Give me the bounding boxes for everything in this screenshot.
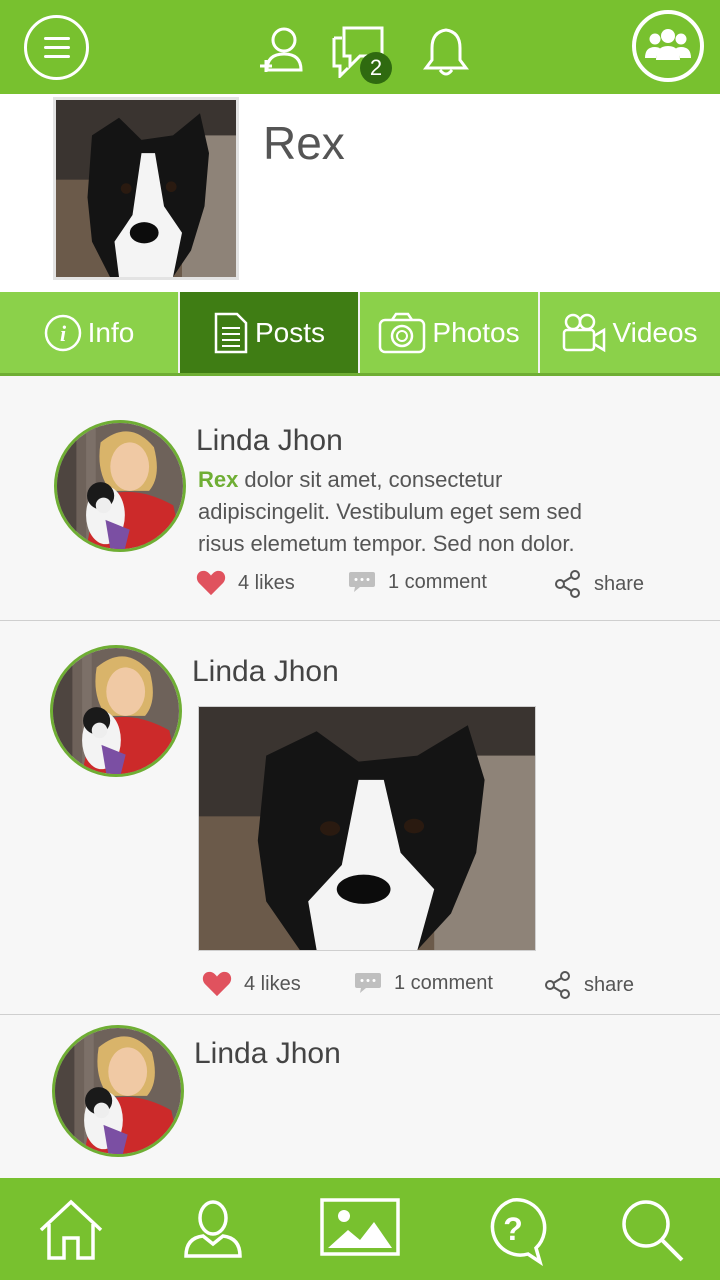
home-icon[interactable] — [36, 1196, 106, 1266]
share-label: share — [584, 973, 635, 996]
tab-info-label: Info — [87, 316, 135, 348]
svg-text:?: ? — [503, 1211, 523, 1247]
post-image[interactable] — [198, 706, 536, 951]
profile-name: Rex — [263, 117, 345, 169]
share-icon — [544, 971, 572, 999]
comment-button[interactable]: 1 comment — [354, 971, 493, 995]
comment-button[interactable]: 1 comment — [348, 570, 487, 594]
post-tag[interactable]: Rex — [198, 467, 238, 492]
document-icon — [214, 312, 248, 353]
search-icon[interactable] — [618, 1196, 688, 1266]
share-icon — [554, 570, 582, 598]
group-icon[interactable] — [632, 10, 704, 82]
like-button[interactable]: 4 likes — [196, 570, 295, 596]
tab-info[interactable]: i Info — [0, 292, 180, 373]
profile-photo[interactable] — [53, 97, 239, 280]
post-text: Rex dolor sit amet, consectetur adipiscin… — [198, 464, 618, 560]
comment-count: 1 comment — [394, 971, 493, 994]
gallery-icon[interactable] — [320, 1196, 400, 1266]
heart-icon — [202, 971, 232, 997]
tab-videos[interactable]: Videos — [540, 292, 720, 373]
hamburger-icon[interactable] — [24, 15, 89, 80]
post-author[interactable]: Linda Jhon — [196, 424, 343, 458]
share-label: share — [594, 572, 645, 595]
author-avatar[interactable] — [54, 420, 186, 552]
post-author[interactable]: Linda Jhon — [194, 1037, 341, 1071]
top-app-bar: 2 — [0, 0, 720, 94]
tab-photos-label: Photos — [432, 316, 520, 348]
comment-icon — [348, 570, 376, 594]
tab-photos[interactable]: Photos — [360, 292, 540, 373]
post-item: Linda Jhon 4 likes 1 comment share — [0, 621, 720, 1015]
comment-count: 1 comment — [388, 570, 487, 593]
post-item: Linda Jhon — [0, 1015, 720, 1178]
like-count: 4 likes — [238, 571, 295, 594]
camera-icon — [379, 312, 426, 353]
post-author[interactable]: Linda Jhon — [192, 655, 339, 689]
tab-posts-label: Posts — [254, 316, 326, 348]
author-avatar[interactable] — [52, 1025, 184, 1157]
post-item: Linda Jhon Rex dolor sit amet, consectetu… — [0, 376, 720, 621]
messages-badge: 2 — [360, 52, 392, 84]
heart-icon — [196, 570, 226, 596]
tab-videos-label: Videos — [612, 316, 698, 348]
comment-icon — [354, 971, 382, 995]
help-icon[interactable]: ? — [478, 1196, 548, 1266]
bell-icon[interactable] — [422, 26, 470, 78]
bottom-nav: ? — [0, 1178, 720, 1280]
profile-tabs: i Info Posts Photos Videos — [0, 292, 720, 376]
like-count: 4 likes — [244, 972, 301, 995]
post-actions: 4 likes 1 comment share — [202, 971, 662, 1003]
svg-text:i: i — [60, 321, 67, 346]
post-body: dolor sit amet, consectetur adipiscingel… — [198, 467, 582, 556]
tab-posts[interactable]: Posts — [180, 292, 360, 373]
info-icon: i — [44, 314, 81, 351]
author-avatar[interactable] — [50, 645, 182, 777]
share-button[interactable]: share — [544, 971, 634, 999]
like-button[interactable]: 4 likes — [202, 971, 301, 997]
share-button[interactable]: share — [554, 570, 644, 598]
add-user-icon[interactable] — [258, 26, 306, 78]
post-actions: 4 likes 1 comment share — [196, 570, 656, 602]
profile-header: Rex — [0, 94, 720, 292]
video-camera-icon — [563, 313, 606, 352]
profile-icon[interactable] — [178, 1196, 248, 1266]
